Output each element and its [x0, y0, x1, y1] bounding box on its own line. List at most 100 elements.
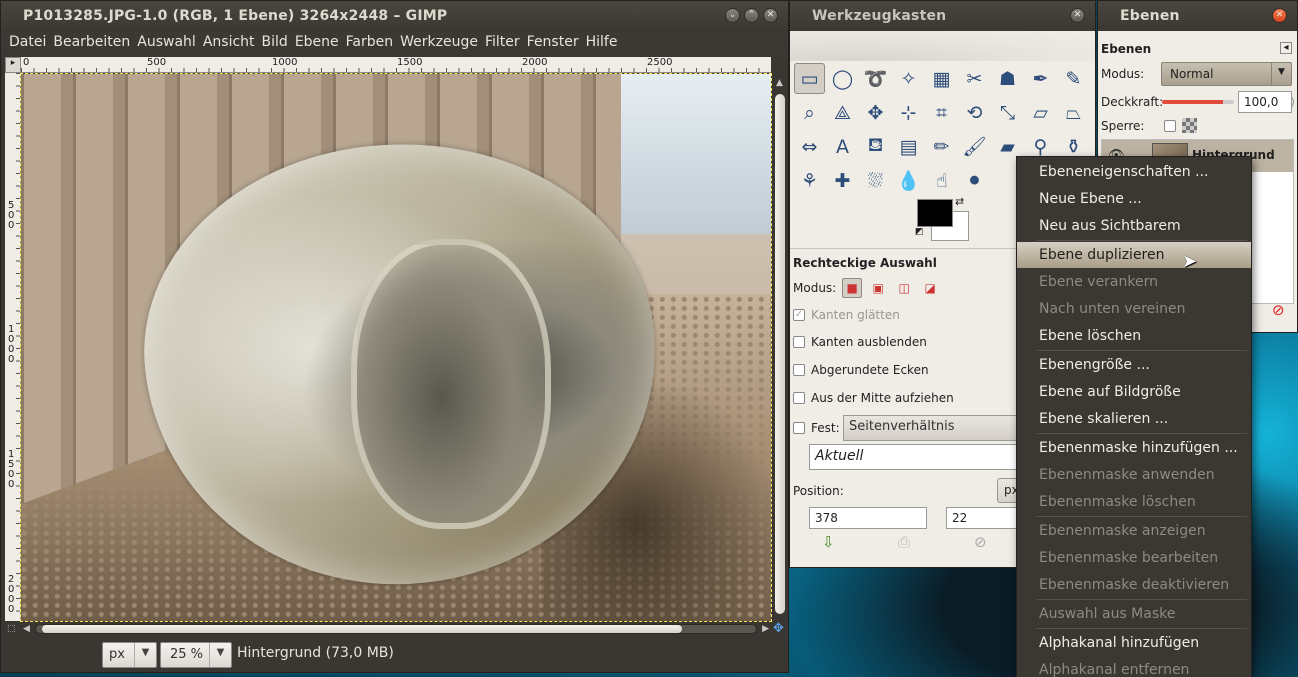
scissors-icon[interactable]: ✂	[959, 63, 990, 94]
color-select-icon[interactable]: ▦	[926, 63, 957, 94]
perspective-clone-icon[interactable]: ⛆	[860, 165, 891, 196]
menu-item-0[interactable]: Datei	[9, 31, 51, 55]
context-menu-item[interactable]: Ebeneneigenschaften ...	[1017, 159, 1251, 185]
swap-colors-icon[interactable]: ⇄	[955, 195, 964, 208]
horizontal-scrollbar[interactable]: ◀ ▶	[21, 622, 771, 636]
rect-select-icon[interactable]: ▭	[794, 63, 825, 94]
mode-subtract-button[interactable]: ◫	[894, 278, 914, 298]
clone-icon[interactable]: ⚘	[794, 165, 825, 196]
delete-layer-icon[interactable]: ⊘	[1272, 301, 1285, 319]
vertical-scrollbar[interactable]: ▲	[772, 74, 788, 621]
foreground-select-icon[interactable]: ☗	[992, 63, 1023, 94]
context-menu-item[interactable]: Ebenenmaske bearbeiten	[1017, 545, 1251, 571]
layer-mode-combo[interactable]: Normal ▼	[1161, 62, 1292, 86]
foreground-color-swatch[interactable]	[917, 199, 953, 227]
restore-options-icon[interactable]: ⎙	[898, 533, 910, 551]
ruler-corner[interactable]: ▸	[5, 57, 21, 73]
aspect-input[interactable]: Aktuell	[809, 444, 1021, 470]
opacity-slider[interactable]: ||	[1162, 95, 1294, 109]
maximize-button[interactable]: ⌃	[744, 8, 759, 23]
zoom-combo[interactable]: 25 % ▼	[160, 642, 232, 668]
rotate-icon[interactable]: ⟲	[959, 97, 990, 128]
horizontal-scroll-track[interactable]	[35, 624, 757, 634]
context-menu-item[interactable]: Neue Ebene ...	[1017, 186, 1251, 212]
menu-item-7[interactable]: Werkzeuge	[400, 31, 483, 55]
scroll-up-icon[interactable]: ▲	[776, 78, 783, 88]
scale-icon[interactable]: ⤡	[992, 97, 1023, 128]
paths-icon[interactable]: ✒	[1025, 63, 1056, 94]
measure-icon[interactable]: ⟁	[827, 97, 858, 128]
close-button[interactable]: ✕	[1272, 8, 1287, 23]
position-x-input[interactable]: 378	[809, 507, 927, 529]
menu-item-4[interactable]: Bild	[262, 31, 293, 55]
bucket-fill-icon[interactable]: ⛾	[860, 131, 891, 162]
pencil-icon[interactable]: ✏	[926, 131, 957, 162]
ellipse-select-icon[interactable]: ◯	[827, 63, 858, 94]
lock-pixels-checkbox[interactable]	[1164, 120, 1176, 132]
context-menu-item[interactable]: Ebene auf Bildgröße	[1017, 379, 1251, 405]
navigate-icon[interactable]: ✥	[773, 621, 784, 636]
menu-item-5[interactable]: Ebene	[295, 31, 344, 55]
context-menu-item[interactable]: Auswahl aus Maske	[1017, 601, 1251, 627]
blur-icon[interactable]: 💧	[893, 165, 924, 196]
crop-icon[interactable]: ⌗	[926, 97, 957, 128]
context-menu-item[interactable]: Ebene duplizieren	[1017, 242, 1251, 268]
smudge-icon[interactable]: ☝	[926, 165, 957, 196]
save-options-icon[interactable]: ⇩	[822, 533, 835, 551]
context-menu-item[interactable]: Ebenenmaske hinzufügen ...	[1017, 435, 1251, 461]
close-button[interactable]: ✕	[763, 8, 778, 23]
delete-options-icon[interactable]: ⊘	[974, 533, 987, 551]
blend-icon[interactable]: ▤	[893, 131, 924, 162]
quick-mask-icon[interactable]: ⬚	[7, 624, 16, 634]
context-menu-item[interactable]: Alphakanal hinzufügen	[1017, 630, 1251, 656]
fixed-combo[interactable]: Seitenverhältnis	[843, 415, 1023, 441]
vertical-scroll-thumb[interactable]	[775, 94, 785, 614]
dodge-burn-icon[interactable]: ⚫	[959, 165, 990, 196]
align-icon[interactable]: ⊹	[893, 97, 924, 128]
paintbrush-icon[interactable]: 🖌	[959, 131, 990, 162]
position-y-input[interactable]: 22	[946, 507, 1026, 529]
lock-alpha-icon[interactable]	[1182, 118, 1197, 133]
feather-checkbox[interactable]	[793, 336, 805, 348]
unit-combo[interactable]: px ▼	[102, 642, 157, 668]
text-icon[interactable]: A	[827, 131, 858, 162]
context-menu-item[interactable]: Neu aus Sichtbarem	[1017, 213, 1251, 239]
menu-item-3[interactable]: Ansicht	[203, 31, 260, 55]
context-menu-item[interactable]: Ebene skalieren ...	[1017, 406, 1251, 432]
mode-add-button[interactable]: ▣	[868, 278, 888, 298]
shear-icon[interactable]: ▱	[1025, 97, 1056, 128]
antialias-checkbox[interactable]: ✓	[793, 309, 805, 321]
context-menu-item[interactable]: Ebene verankern	[1017, 269, 1251, 295]
move-icon[interactable]: ✥	[860, 97, 891, 128]
close-button[interactable]: ✕	[1070, 8, 1085, 23]
color-swatches[interactable]: ⇄ ◩	[915, 195, 975, 243]
context-menu-item[interactable]: Alphakanal entfernen	[1017, 657, 1251, 677]
fuzzy-select-icon[interactable]: ✧	[893, 63, 924, 94]
lasso-icon[interactable]: ➰	[860, 63, 891, 94]
menu-item-2[interactable]: Auswahl	[137, 31, 201, 55]
mode-intersect-button[interactable]: ◪	[920, 278, 940, 298]
context-menu-item[interactable]: Ebene löschen	[1017, 323, 1251, 349]
vertical-ruler[interactable]: 500 1000 1500 2000	[5, 73, 21, 621]
scroll-right-icon[interactable]: ▶	[762, 624, 769, 634]
horizontal-ruler[interactable]: 0 500 1000 1500 2000 2500	[21, 57, 771, 73]
opacity-input[interactable]: 100,0	[1238, 91, 1292, 113]
color-picker-icon[interactable]: ✎	[1058, 63, 1089, 94]
flip-icon[interactable]: ⇔	[794, 131, 825, 162]
dock-menu-icon[interactable]: ◂	[1280, 42, 1292, 54]
expand-center-checkbox[interactable]	[793, 392, 805, 404]
menu-item-8[interactable]: Filter	[485, 31, 525, 55]
rounded-checkbox[interactable]	[793, 364, 805, 376]
image-canvas[interactable]	[20, 73, 772, 622]
context-menu-item[interactable]: Ebenenmaske löschen	[1017, 489, 1251, 515]
horizontal-scroll-thumb[interactable]	[42, 625, 682, 633]
scroll-left-icon[interactable]: ◀	[23, 624, 30, 634]
context-menu-item[interactable]: Ebenenmaske anzeigen	[1017, 518, 1251, 544]
context-menu-item[interactable]: Ebenenmaske anwenden	[1017, 462, 1251, 488]
mode-replace-button[interactable]: ■	[842, 278, 863, 298]
minimize-button[interactable]: ⌄	[725, 8, 740, 23]
default-colors-icon[interactable]: ◩	[915, 227, 924, 237]
heal-icon[interactable]: ✚	[827, 165, 858, 196]
context-menu-item[interactable]: Ebenengröße ...	[1017, 352, 1251, 378]
menu-item-6[interactable]: Farben	[346, 31, 398, 55]
